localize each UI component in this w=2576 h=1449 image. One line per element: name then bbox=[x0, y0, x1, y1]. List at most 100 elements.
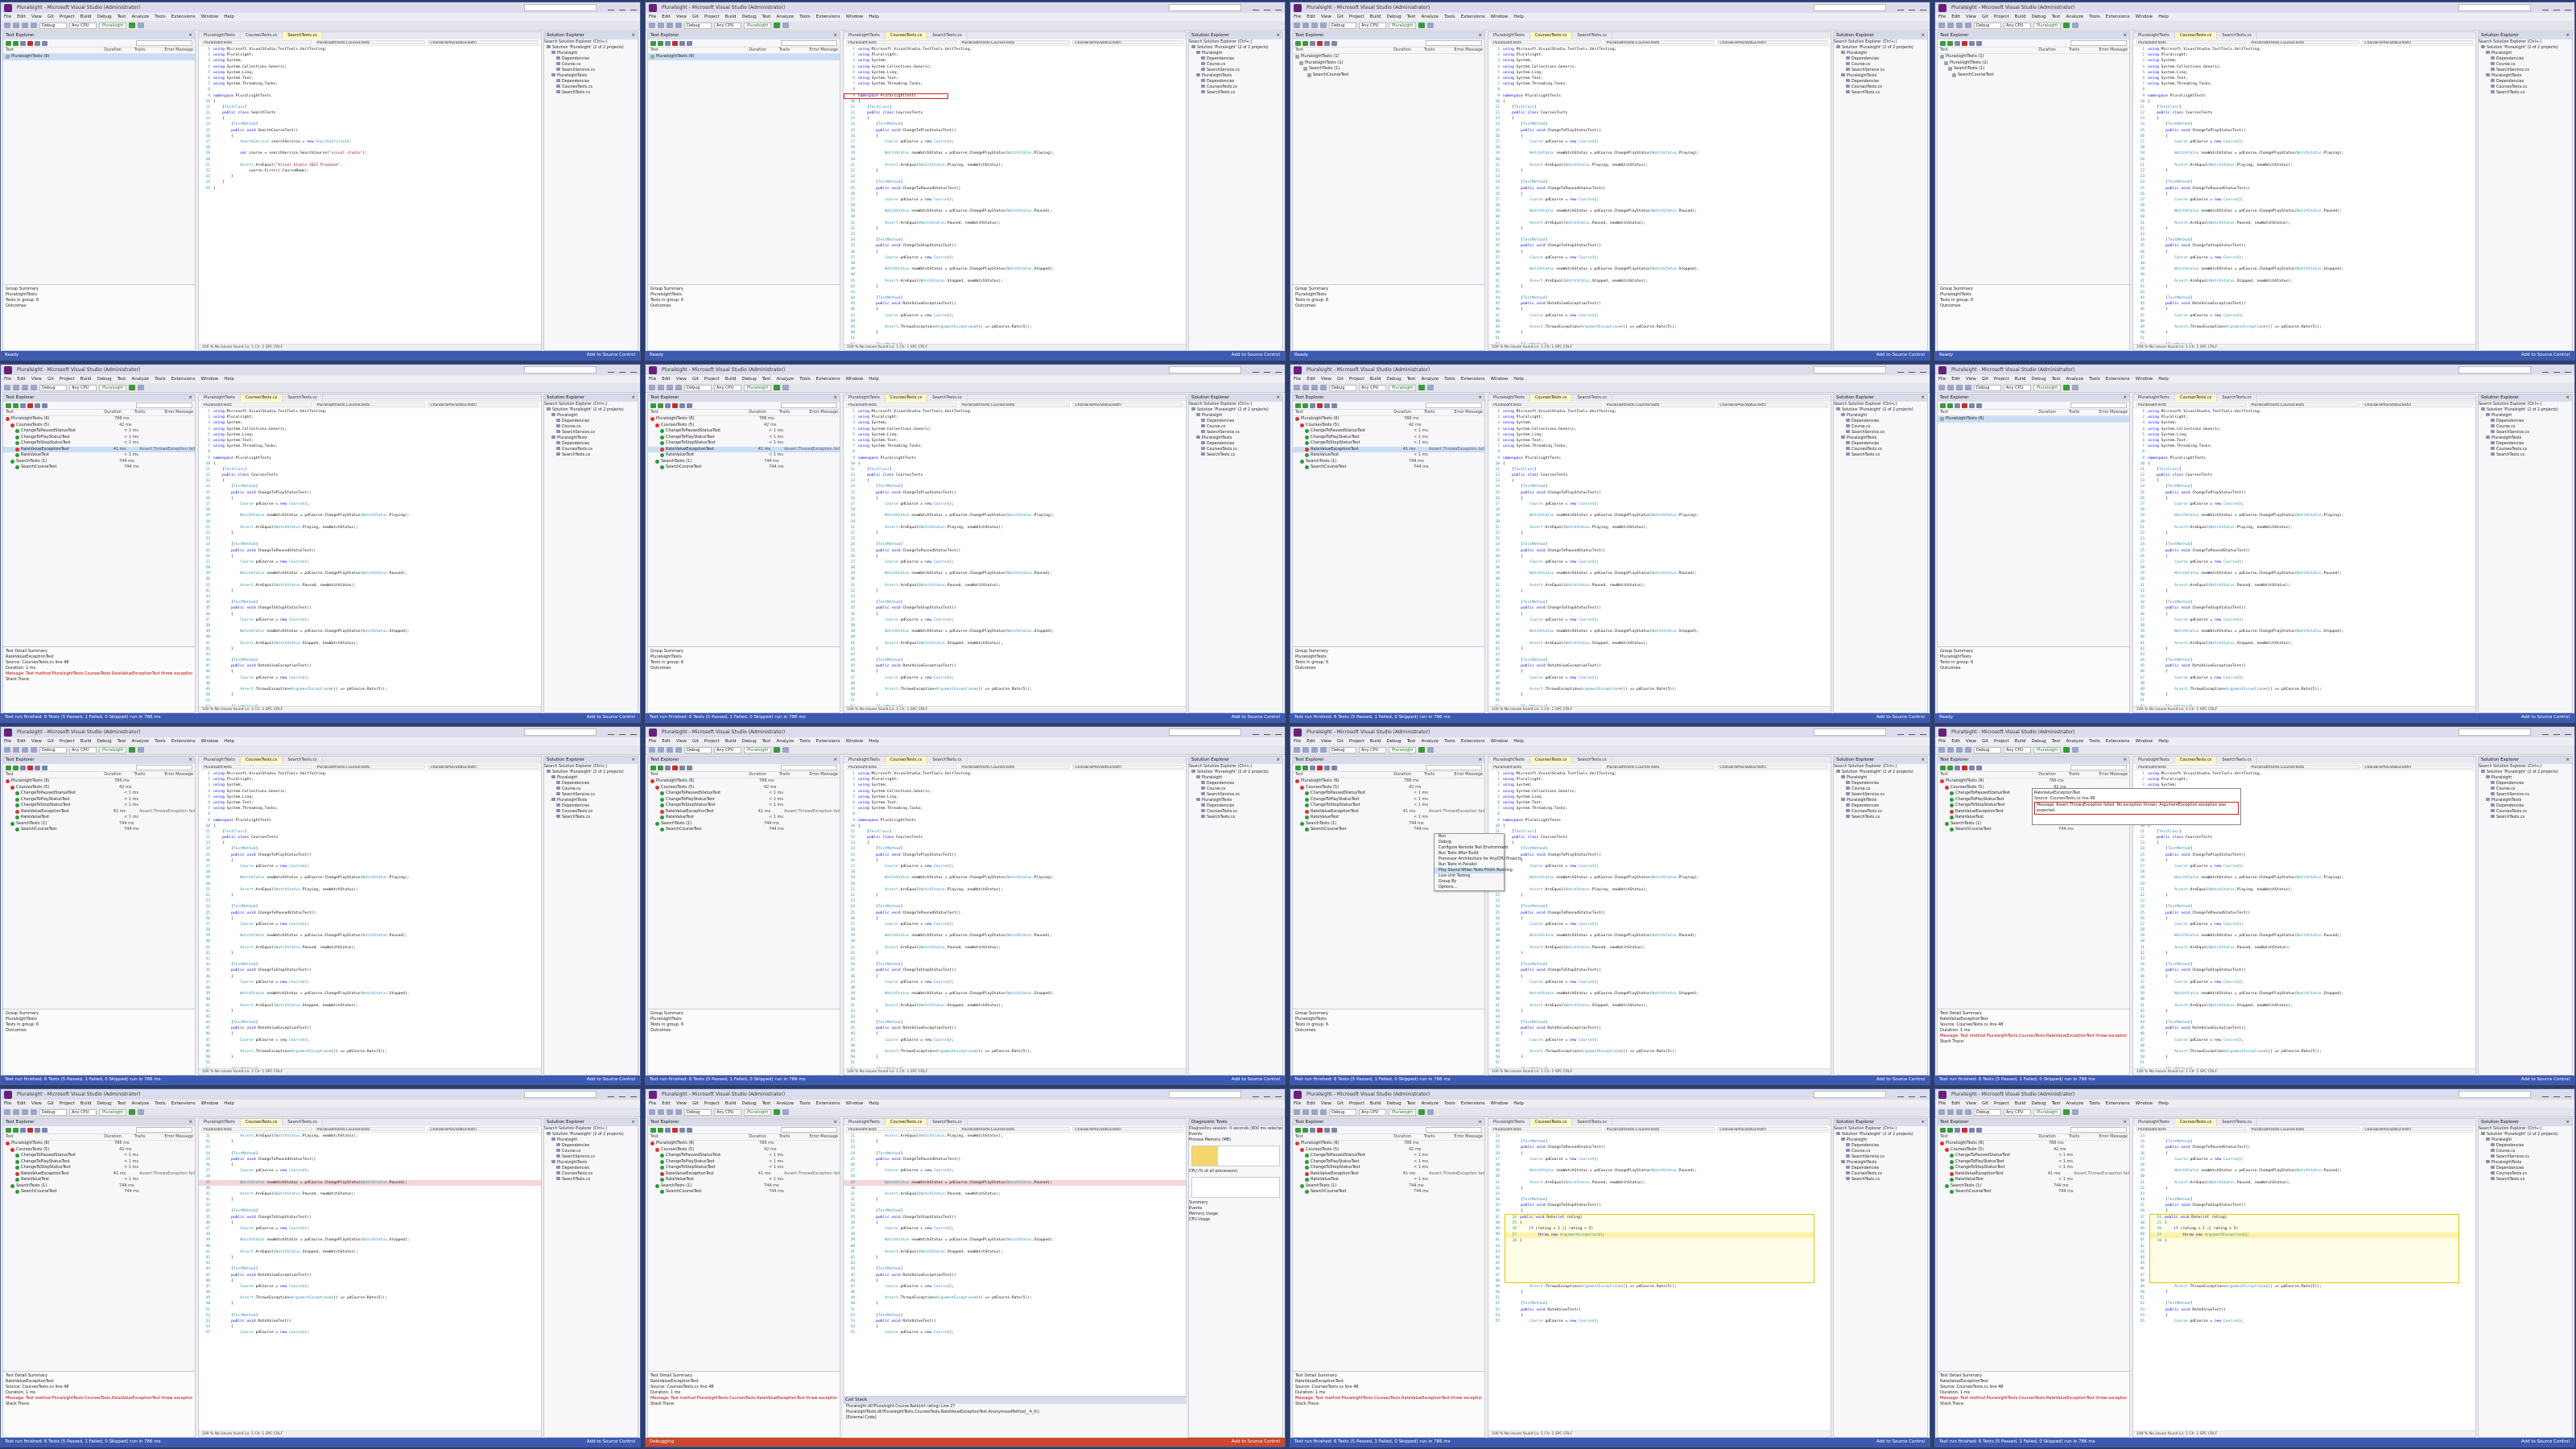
menu-item[interactable]: Window bbox=[846, 377, 864, 382]
settings-icon[interactable] bbox=[1331, 402, 1337, 408]
column-header[interactable]: Error Message bbox=[164, 772, 195, 778]
config-dropdown[interactable]: Debug bbox=[684, 746, 712, 753]
menu-item[interactable]: Build bbox=[2015, 14, 2026, 19]
test-row[interactable]: ChangeToPausedStatusTest< 1 ms bbox=[1293, 791, 1484, 797]
nav-dropdown[interactable]: ChangeToPlayStatusTest() bbox=[2362, 402, 2474, 407]
column-header[interactable]: Test bbox=[1940, 1134, 2038, 1140]
nav-dropdown[interactable]: ChangeToPlayStatusTest() bbox=[427, 765, 539, 769]
menu-item[interactable]: Window bbox=[201, 14, 219, 19]
menu-item[interactable]: Test bbox=[1407, 1101, 1416, 1106]
test-search-input[interactable] bbox=[1426, 40, 1482, 46]
menu-item[interactable]: Git bbox=[692, 377, 699, 382]
editor-tab[interactable]: SearchTests.cs bbox=[2217, 757, 2257, 764]
code-area[interactable]: 1 using Microsoft.VisualStudio.TestTools.… bbox=[2133, 409, 2475, 706]
column-header[interactable]: Test bbox=[1940, 410, 2038, 415]
menu-item[interactable]: Analyze bbox=[2066, 739, 2083, 744]
solution-item[interactable]: Dependencies bbox=[544, 803, 638, 809]
menu-item[interactable]: Tools bbox=[155, 739, 166, 744]
forward-icon[interactable] bbox=[13, 23, 19, 28]
config-dropdown[interactable]: Debug bbox=[1329, 22, 1356, 29]
column-header[interactable]: Error Message bbox=[1454, 410, 1484, 415]
nav-dropdown[interactable]: PluralsightTests bbox=[2136, 402, 2247, 407]
menu-item[interactable]: Edit bbox=[662, 1101, 671, 1106]
close-icon[interactable]: × bbox=[2123, 394, 2127, 402]
menu-item[interactable]: Help bbox=[224, 377, 234, 382]
failed-filter-icon[interactable] bbox=[672, 40, 678, 46]
close-icon[interactable]: × bbox=[188, 757, 192, 764]
menu-item[interactable]: Edit bbox=[1951, 14, 1960, 19]
solution-item[interactable]: Dependencies bbox=[1834, 1143, 1927, 1149]
context-menu-item[interactable]: Run bbox=[1435, 834, 1504, 840]
run-icon[interactable] bbox=[129, 1109, 136, 1115]
search-input[interactable] bbox=[1814, 729, 1886, 736]
repeat-icon[interactable] bbox=[1310, 765, 1315, 770]
run-icon[interactable] bbox=[1302, 40, 1308, 46]
menu-item[interactable]: File bbox=[649, 14, 656, 19]
menu-item[interactable]: Debug bbox=[97, 1101, 112, 1106]
menu-item[interactable]: Help bbox=[869, 377, 879, 382]
nav-dropdown[interactable]: ChangeToPlayStatusTest() bbox=[1072, 765, 1184, 769]
close-icon[interactable] bbox=[2565, 368, 2571, 373]
menu-item[interactable]: Analyze bbox=[1421, 1101, 1439, 1106]
test-row[interactable]: RateValueTest< 1 ms bbox=[1938, 1177, 2129, 1183]
minimize-icon[interactable] bbox=[608, 730, 614, 735]
menu-item[interactable]: Tools bbox=[799, 377, 811, 382]
solution-item[interactable]: Course.cs bbox=[1834, 424, 1927, 430]
nav-dropdown[interactable]: PluralsightTests bbox=[846, 40, 957, 44]
menu-item[interactable]: Extensions bbox=[2106, 1101, 2130, 1106]
source-control[interactable]: Add to Source Control bbox=[587, 1075, 635, 1084]
menu-item[interactable]: File bbox=[4, 14, 11, 19]
run-icon[interactable] bbox=[1302, 1127, 1308, 1133]
solution-item[interactable]: Solution 'Pluralsight' (2 of 2 projects) bbox=[544, 1132, 638, 1137]
close-icon[interactable]: × bbox=[1478, 757, 1482, 764]
forward-icon[interactable] bbox=[658, 23, 664, 28]
test-row[interactable]: ChangeToPlayStatusTest< 1 ms bbox=[1293, 435, 1484, 441]
test-row[interactable]: RateValueExceptionTest41 msAssert.Throws… bbox=[1293, 1171, 1484, 1178]
solution-item[interactable]: Dependencies bbox=[544, 419, 638, 424]
solution-search[interactable]: Search Solution Explorer (Ctrl+;) bbox=[2479, 1126, 2572, 1132]
test-row[interactable]: RateValueTest< 1 ms bbox=[1293, 815, 1484, 821]
column-header[interactable]: Duration bbox=[749, 47, 779, 53]
column-header[interactable]: Test bbox=[1295, 47, 1393, 53]
solution-item[interactable]: Solution 'Pluralsight' (2 of 2 projects) bbox=[2479, 1132, 2572, 1137]
config-dropdown[interactable]: Debug bbox=[684, 1108, 712, 1116]
solution-item[interactable]: Course.cs bbox=[1189, 62, 1282, 68]
editor-tab[interactable]: CoursesTests.cs bbox=[1530, 32, 1573, 39]
menu-item[interactable]: Edit bbox=[1307, 1101, 1315, 1106]
solution-item[interactable]: CoursesTests.cs bbox=[544, 809, 638, 815]
nav-dropdown[interactable]: PluralsightTests.CoursesTests bbox=[2248, 402, 2360, 407]
nav-dropdown[interactable]: PluralsightTests.CoursesTests bbox=[959, 1127, 1071, 1131]
test-row[interactable]: RateValueTest< 1 ms bbox=[3, 815, 195, 821]
menu-item[interactable]: View bbox=[1321, 14, 1331, 19]
run-icon[interactable] bbox=[129, 23, 136, 28]
solution-search[interactable]: Search Solution Explorer (Ctrl+;) bbox=[2479, 39, 2572, 45]
menu-item[interactable]: Test bbox=[118, 377, 126, 382]
forward-icon[interactable] bbox=[1947, 1109, 1954, 1115]
menu-item[interactable]: Project bbox=[704, 739, 720, 744]
search-input[interactable] bbox=[524, 4, 597, 11]
editor-tab[interactable]: SearchTests.cs bbox=[1572, 32, 1612, 39]
solution-item[interactable]: SearchTests.cs bbox=[1189, 90, 1282, 96]
test-row[interactable]: ChangeToPausedStatusTest< 1 ms bbox=[1938, 1153, 2129, 1159]
menu-item[interactable]: Git bbox=[1982, 739, 1988, 744]
nav-dropdown[interactable]: ChangeToPlayStatusTest() bbox=[1717, 1127, 1829, 1131]
start-button[interactable]: Pluralsight bbox=[2033, 384, 2062, 391]
solution-item[interactable]: PluralsightTests bbox=[2479, 1160, 2572, 1166]
menu-item[interactable]: File bbox=[1938, 14, 1946, 19]
playlist-icon[interactable] bbox=[35, 402, 40, 408]
test-row[interactable]: PluralsightTests (6) 786 ms bbox=[648, 1141, 840, 1147]
settings-icon[interactable] bbox=[42, 40, 47, 46]
playlist-icon[interactable] bbox=[1324, 40, 1330, 46]
code-area[interactable]: 1 using Microsoft.VisualStudio.TestTools.… bbox=[199, 771, 541, 1068]
solution-item[interactable]: CoursesTests.cs bbox=[544, 85, 638, 90]
solution-item[interactable]: Pluralsight bbox=[544, 1137, 638, 1143]
close-icon[interactable] bbox=[630, 1092, 637, 1097]
menu-item[interactable]: Analyze bbox=[1421, 739, 1439, 744]
maximize-icon[interactable] bbox=[1264, 368, 1270, 373]
test-search-input[interactable] bbox=[136, 1127, 192, 1133]
test-row[interactable]: RateValueTest< 1 ms bbox=[1293, 1177, 1484, 1183]
solution-search[interactable]: Search Solution Explorer (Ctrl+;) bbox=[2479, 402, 2572, 407]
test-search-input[interactable] bbox=[2070, 40, 2127, 46]
solution-item[interactable]: Dependencies bbox=[544, 79, 638, 85]
column-header[interactable]: Traits bbox=[2069, 47, 2099, 53]
